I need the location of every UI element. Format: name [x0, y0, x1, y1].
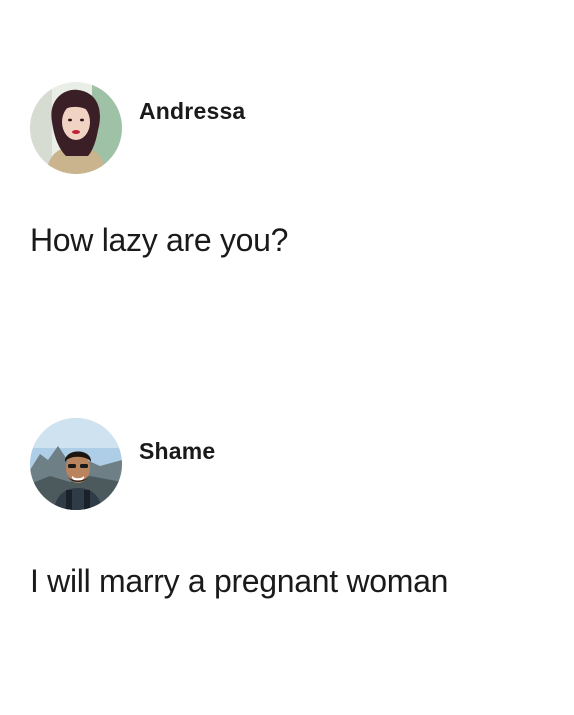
profile-photo-man-mountains-icon	[30, 418, 122, 510]
profile-photo-woman-icon	[30, 82, 122, 174]
post-text: I will marry a pregnant woman	[30, 563, 449, 599]
post-text: How lazy are you?	[30, 222, 289, 258]
author-name[interactable]: Shame	[139, 438, 215, 465]
author-name[interactable]: Andressa	[139, 98, 245, 125]
avatar-andressa[interactable]	[30, 82, 122, 174]
avatar-shame[interactable]	[30, 418, 122, 510]
